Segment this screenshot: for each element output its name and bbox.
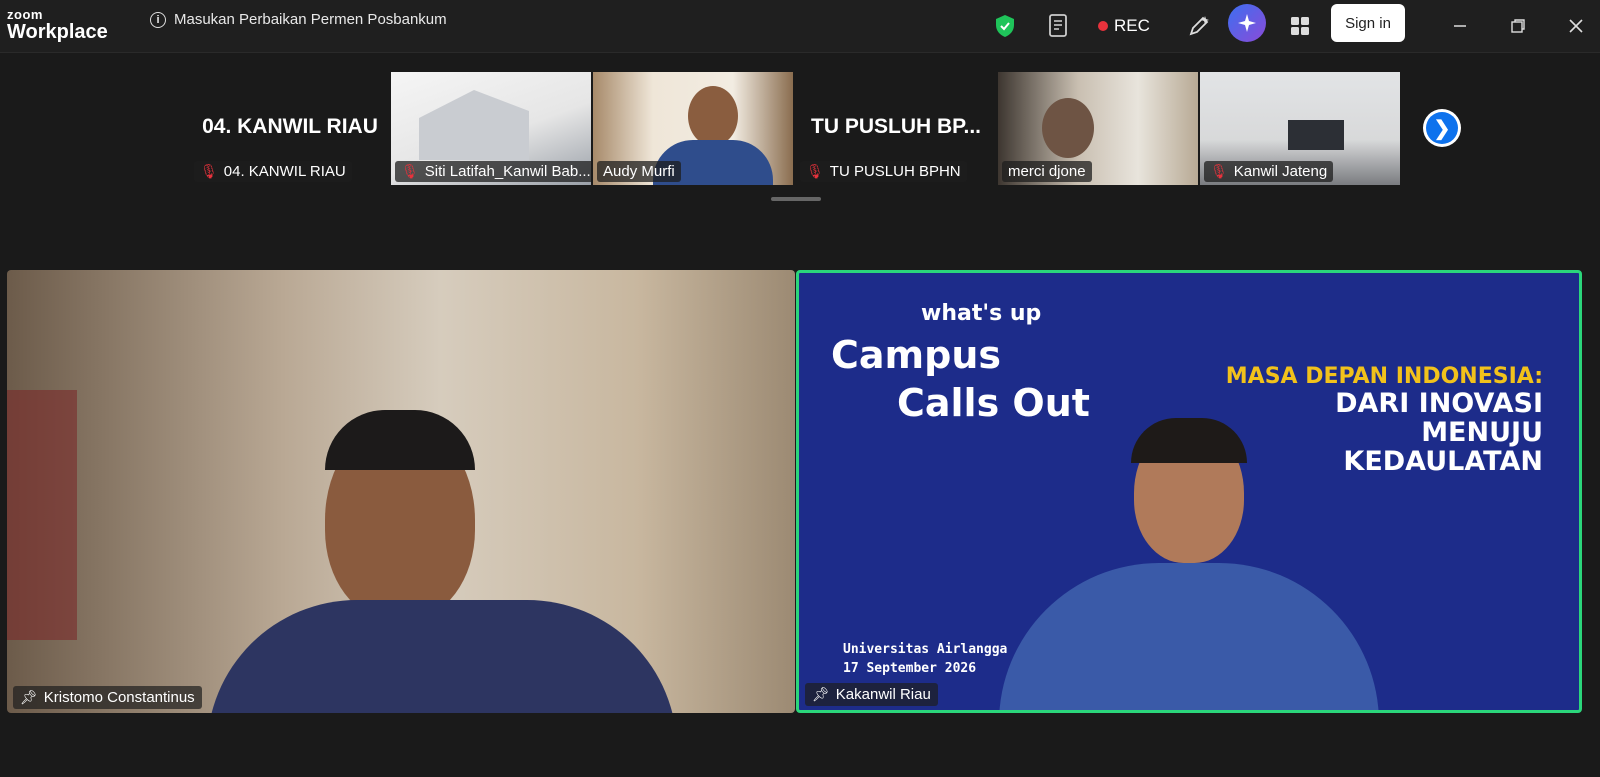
participant-name: TU PUSLUH BPHN [829,163,961,180]
poster-event: Universitas Airlangga 17 September 2026 [843,641,1007,679]
apps-icon[interactable] [1285,10,1315,42]
participant-name: Audy Murfi [603,163,675,180]
rec-label: REC [1114,16,1150,35]
person-shirt [999,563,1379,710]
participant-strip: 04. KANWIL RIAU 🎙︎ 04. KANWIL RIAU 🎙︎ Si… [0,52,1600,252]
poster-event-venue: Universitas Airlangga [843,642,1008,657]
next-page-button[interactable]: ❯ [1423,109,1461,147]
participant-tile[interactable]: 🎙︎ Siti Latifah_Kanwil Bab... [391,72,591,185]
participant-name: merci djone [1008,163,1086,180]
participant-tile[interactable]: Audy Murfi [593,72,793,185]
monitor-graphic [1288,120,1344,150]
tile-display-name: 04. KANWIL RIAU [202,115,378,138]
participant-name-chip: 🎙︎ 04. KANWIL RIAU [194,161,352,182]
person-shirt [207,600,677,713]
participant-name: Siti Latifah_Kanwil Bab... [424,163,591,180]
meeting-info[interactable]: i Masukan Perbaikan Permen Posbankum [150,11,447,28]
pin-icon: 📌︎ [812,686,830,702]
video-name-label: 📌︎ Kakanwil Riau [805,683,938,706]
participant-name-chip: Audy Murfi [597,161,681,182]
pin-icon: 📌︎ [20,689,38,705]
participant-tile[interactable]: 04. KANWIL RIAU 🎙︎ 04. KANWIL RIAU [190,72,390,185]
participant-name: 04. KANWIL RIAU [223,163,346,180]
poster-title-line1: MASA DEPAN INDONESIA: [1225,364,1543,389]
person-hair [325,410,475,470]
building-graphic [419,90,529,160]
info-icon[interactable]: i [150,11,166,28]
ai-companion-icon[interactable] [1228,4,1266,42]
poster-campus: Campus [831,333,1001,377]
participant-tile[interactable]: 🎙︎ Kanwil Jateng [1200,72,1400,185]
tile-display-name: TU PUSLUH BP... [811,115,981,138]
mic-muted-icon: 🎙︎ [1210,163,1228,179]
participant-name-chip: merci djone [1002,161,1092,182]
video-name-label: 📌︎ Kristomo Constantinus [13,686,202,709]
participant-name: Kakanwil Riau [835,686,931,703]
mic-muted-icon: 🎙︎ [200,163,218,179]
poster-event-date: 17 September 2026 [843,660,977,676]
video-tile-left[interactable]: 📌︎ Kristomo Constantinus [7,270,795,713]
participant-name: Kanwil Jateng [1233,163,1328,180]
participant-name-chip: 🎙︎ Kanwil Jateng [1204,161,1334,182]
restore-icon[interactable] [1504,12,1532,40]
video-tile-right-active-speaker[interactable]: what's up Campus Calls Out MASA DEPAN IN… [796,270,1582,713]
flag-backdrop [7,390,77,640]
person-head [688,86,738,146]
annotate-icon[interactable] [1182,10,1216,42]
mic-muted-icon: 🎙︎ [401,163,419,179]
participant-tile[interactable]: TU PUSLUH BP... 🎙︎ TU PUSLUH BPHN [796,72,996,185]
poster-title-line4: KEDAULATAN [1343,446,1543,478]
brand-top: zoom [7,7,43,22]
security-shield-icon[interactable] [990,10,1020,42]
notes-icon[interactable] [1044,10,1074,42]
person-head [1042,98,1094,158]
poster-calls-out: Calls Out [897,381,1090,425]
brand-bottom: Workplace [7,21,108,43]
participant-tile[interactable]: merci djone [998,72,1198,185]
poster-whats-up: what's up [921,301,1042,326]
poster-title-line2: DARI INOVASI [1335,387,1543,419]
sign-in-button[interactable]: Sign in [1331,4,1405,42]
poster-logo: Campus Calls Out [831,333,1090,425]
participant-name-chip: 🎙︎ TU PUSLUH BPHN [800,161,967,182]
participant-name: Kristomo Constantinus [43,689,195,706]
recording-indicator[interactable]: REC [1098,10,1150,42]
app-logo: zoom Workplace [7,8,108,42]
record-dot-icon [1098,21,1108,31]
poster-title-line3: MENUJU [1421,416,1543,448]
title-bar: zoom Workplace i Masukan Perbaikan Perme… [0,0,1600,53]
close-icon[interactable] [1562,12,1590,40]
minimize-icon[interactable] [1446,12,1474,40]
chevron-right-icon: ❯ [1426,112,1458,144]
strip-scroll-indicator[interactable] [771,197,821,201]
participant-name-chip: 🎙︎ Siti Latifah_Kanwil Bab... [395,161,591,182]
mic-muted-icon: 🎙︎ [806,163,824,179]
meeting-title: Masukan Perbaikan Permen Posbankum [174,11,447,28]
poster-title: MASA DEPAN INDONESIA: DARI INOVASI MENUJ… [1226,365,1543,476]
